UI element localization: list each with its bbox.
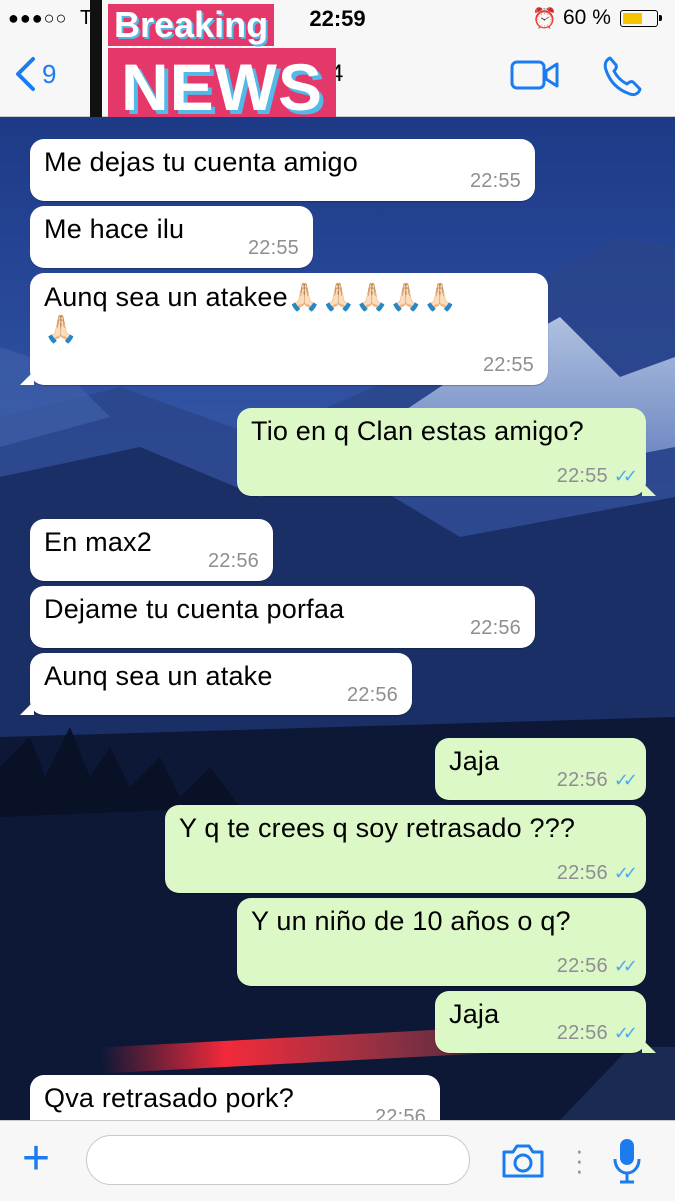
message-time: 22:56 (556, 1022, 608, 1044)
message-time: 22:55 (469, 170, 521, 192)
message-text: Y un niño de 10 años o q? (251, 906, 571, 936)
battery-icon (620, 10, 662, 27)
microphone-icon[interactable] (612, 1137, 642, 1185)
message-time: 22:56 (374, 1106, 426, 1120)
breaking-news-sticker: Breaking NEWS (90, 0, 350, 130)
chevron-left-icon (16, 57, 35, 91)
read-receipt-icon: ✓✓ (613, 466, 638, 486)
message-time: 22:56 (556, 862, 608, 884)
message-bubble-incoming[interactable]: Dejame tu cuenta porfaa 22:56 (30, 586, 535, 648)
read-receipt-icon: ✓✓ (613, 956, 638, 976)
message-time: 22:56 (556, 955, 608, 977)
message-time: 22:56 (346, 684, 398, 706)
plus-icon[interactable]: + (22, 1135, 50, 1183)
message-input[interactable] (86, 1135, 470, 1185)
back-button[interactable]: 9 (14, 56, 56, 92)
message-text: Aunq sea un atake (44, 661, 273, 691)
message-text: Y q te crees q soy retrasado ??? (179, 813, 576, 843)
message-time: 22:56 (207, 550, 259, 572)
message-time: 22:55 (556, 465, 608, 487)
message-bubble-outgoing[interactable]: Y un niño de 10 años o q? 22:56 ✓✓ (237, 898, 646, 986)
message-text: Dejame tu cuenta porfaa (44, 594, 345, 624)
unread-count: 9 (42, 58, 57, 89)
battery-level-fill (623, 13, 642, 24)
battery-percent: 60 % (563, 6, 611, 29)
message-bubble-outgoing[interactable]: Jaja 22:56 ✓✓ (435, 991, 656, 1053)
read-receipt-icon: ✓✓ (613, 1023, 638, 1043)
message-bubble-outgoing[interactable]: Y q te crees q soy retrasado ??? 22:56 ✓✓ (165, 805, 646, 893)
message-time: 22:56 (556, 769, 608, 791)
sticker-pole (90, 0, 102, 128)
message-text: Me dejas tu cuenta amigo (44, 147, 358, 177)
message-text: Tio en q Clan estas amigo? (251, 416, 584, 446)
message-bubble-incoming[interactable]: Me hace ilu 22:55 (30, 206, 313, 268)
read-receipt-icon: ✓✓ (613, 863, 638, 883)
breaking-label: Breaking (108, 4, 275, 46)
message-time: 22:55 (482, 354, 534, 376)
message-bubble-incoming[interactable]: Aunq sea un atakee🙏🏻🙏🏻🙏🏻🙏🏻🙏🏻 🙏🏻 22:55 (20, 273, 548, 385)
message-time: 22:55 (247, 237, 299, 259)
message-bubble-incoming[interactable]: Me dejas tu cuenta amigo 22:55 (30, 139, 535, 201)
message-text: Aunq sea un atakee🙏🏻🙏🏻🙏🏻🙏🏻🙏🏻 (44, 282, 457, 312)
message-bubble-outgoing[interactable]: Jaja 22:56 ✓✓ (435, 738, 646, 800)
chat-area[interactable]: Me dejas tu cuenta amigo 22:55 Me hace i… (0, 117, 675, 1120)
message-bubble-outgoing[interactable]: Tio en q Clan estas amigo? 22:55 ✓✓ (237, 408, 656, 496)
camera-icon[interactable] (500, 1143, 546, 1179)
message-bubble-incoming[interactable]: Aunq sea un atake 22:56 (20, 653, 412, 715)
message-text-continued: 🙏🏻 (44, 314, 78, 344)
message-bubble-incoming[interactable]: Qva retrasado pork? 22:56 (30, 1075, 440, 1120)
news-label: NEWS (108, 48, 336, 126)
message-bubble-incoming[interactable]: En max2 22:56 (30, 519, 273, 581)
alarm-icon: ⏰ (532, 8, 557, 30)
video-call-icon[interactable] (510, 58, 560, 92)
phone-icon[interactable] (600, 54, 644, 98)
message-text: Qva retrasado pork? (44, 1083, 294, 1113)
read-receipt-icon: ✓✓ (613, 770, 638, 790)
more-dots-icon[interactable]: · · · (575, 1137, 584, 1183)
message-time: 22:56 (469, 617, 521, 639)
message-composer: + · · · (0, 1120, 675, 1201)
